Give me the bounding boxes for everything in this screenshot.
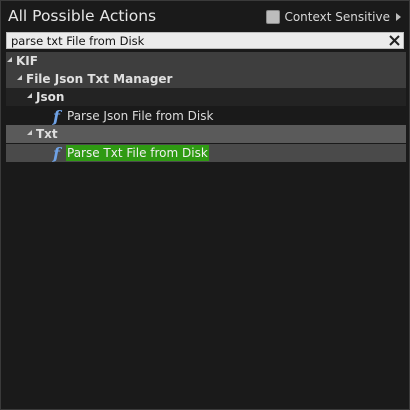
- collapse-triangle-icon[interactable]: [17, 75, 22, 80]
- tree-action-parse-json[interactable]: f Parse Json File from Disk: [6, 107, 406, 126]
- collapse-triangle-icon[interactable]: [27, 130, 32, 135]
- header: All Possible Actions Context Sensitive: [1, 1, 409, 31]
- context-sensitive-label: Context Sensitive: [284, 10, 390, 24]
- action-label-highlighted: Parse Txt File from Disk: [66, 145, 209, 161]
- tree-category-kif[interactable]: KIF: [6, 52, 406, 70]
- category-label: KIF: [16, 54, 38, 68]
- context-sensitive-checkbox[interactable]: [266, 10, 281, 24]
- panel-title: All Possible Actions: [8, 7, 157, 25]
- category-label: File Json Txt Manager: [26, 72, 173, 86]
- action-label: Parse Json File from Disk: [67, 109, 214, 123]
- collapse-triangle-icon[interactable]: [27, 93, 32, 98]
- context-sensitive-toggle[interactable]: Context Sensitive: [266, 10, 401, 24]
- search-box: [6, 32, 404, 49]
- function-icon: f: [53, 144, 60, 163]
- close-icon[interactable]: [387, 33, 402, 48]
- function-icon: f: [53, 107, 60, 126]
- tree-category-txt[interactable]: Txt: [6, 125, 406, 143]
- tree-category-file-json-txt-manager[interactable]: File Json Txt Manager: [6, 70, 406, 88]
- tree-category-json[interactable]: Json: [6, 88, 406, 106]
- category-label: Json: [36, 90, 65, 104]
- category-label: Txt: [36, 127, 58, 141]
- expand-arrow-icon[interactable]: [396, 13, 401, 21]
- search-input[interactable]: [9, 33, 381, 48]
- collapse-triangle-icon[interactable]: [7, 57, 12, 62]
- tree-action-parse-txt[interactable]: f Parse Txt File from Disk: [6, 144, 406, 163]
- action-menu-panel: All Possible Actions Context Sensitive K…: [0, 0, 410, 410]
